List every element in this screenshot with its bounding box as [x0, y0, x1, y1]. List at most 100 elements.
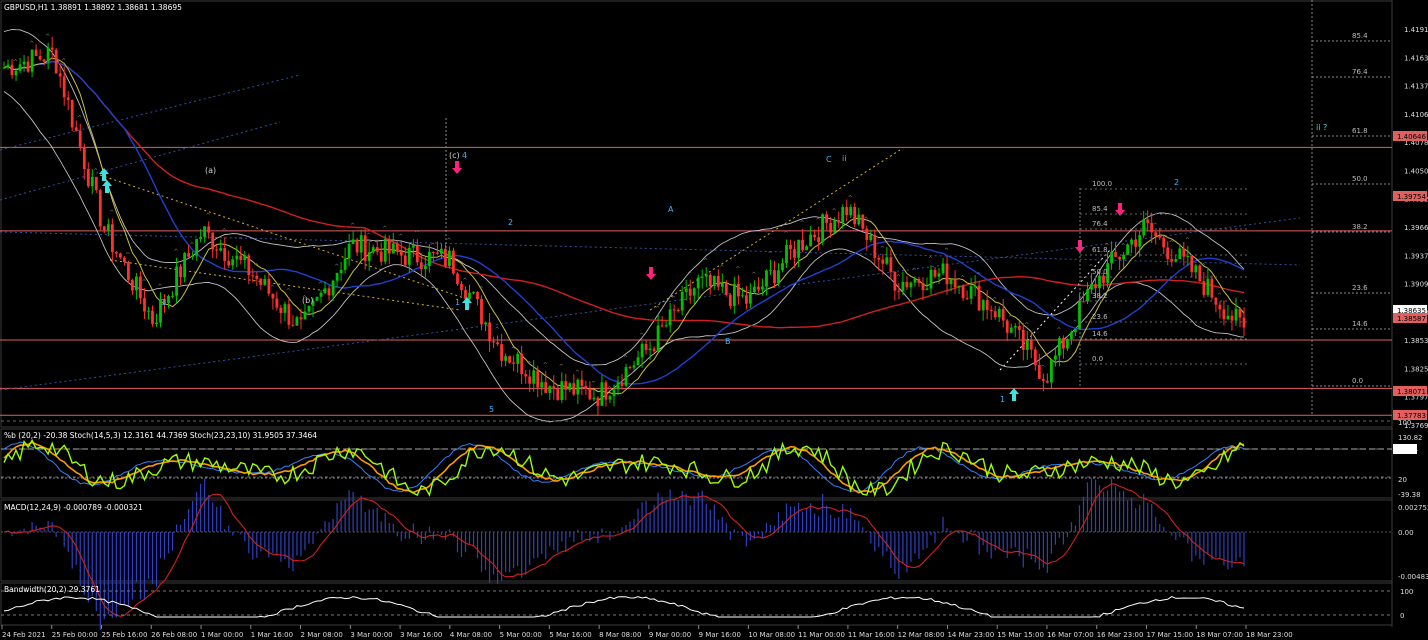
moving-average-50 — [3, 60, 1245, 385]
fractal-up-marker: ^ — [880, 245, 885, 252]
candle-body — [1190, 256, 1194, 273]
wave-label: 3 — [161, 298, 166, 307]
candle-body — [648, 348, 652, 351]
candle-body — [973, 285, 977, 287]
fractal-up-marker: ^ — [1121, 243, 1126, 250]
candle-body — [211, 232, 215, 250]
fractal-up-marker: ^ — [414, 230, 419, 237]
candle-body — [351, 239, 355, 244]
price-tick-label: 1.41635 — [1404, 54, 1428, 62]
candle-body — [1158, 236, 1162, 238]
fib-level-label: 38.2 — [1092, 292, 1108, 300]
candle-body — [785, 245, 788, 264]
price-tag-label: 1.38587 — [1397, 315, 1426, 323]
wave-label: 2 — [1174, 178, 1179, 187]
wave-label: B — [725, 337, 731, 346]
candle-body — [941, 263, 945, 274]
oscillator-header: %b (20,2) -20.38 Stoch(14,5,3) 12.3161 4… — [4, 431, 317, 440]
fractal-up-marker: ^ — [77, 115, 82, 122]
candle-body — [1029, 340, 1033, 350]
candle-body — [568, 383, 572, 390]
time-tick-label: 26 Feb 08:00 — [151, 631, 197, 639]
wave-label: (c) — [449, 151, 460, 160]
fractal-up-marker: ^ — [270, 285, 275, 292]
fractal-up-marker: ^ — [719, 264, 724, 271]
candle-body — [929, 269, 933, 289]
trend-line — [99, 174, 471, 301]
candle-body — [949, 279, 953, 285]
candle-body — [757, 286, 760, 290]
candle-body — [965, 298, 969, 300]
candle-body — [1005, 320, 1009, 333]
candle-body — [833, 220, 837, 233]
fractal-up-marker: ^ — [1137, 222, 1142, 229]
candle-body — [981, 300, 985, 311]
candle-body — [143, 298, 146, 312]
candle-body — [656, 325, 660, 352]
candle-body — [536, 370, 540, 388]
candle-body — [1242, 317, 1246, 328]
candle-body — [588, 388, 592, 400]
candle-body — [203, 226, 206, 237]
candle-body — [1146, 219, 1150, 223]
candle-body — [1182, 248, 1186, 257]
fractal-up-marker: ^ — [944, 247, 949, 254]
fractal-up-marker: ^ — [992, 297, 997, 304]
candle-body — [171, 295, 174, 297]
time-tick-label: 8 Mar 08:00 — [599, 631, 641, 639]
candle-body — [496, 342, 499, 345]
candle-body — [291, 324, 295, 326]
candle-body — [1050, 359, 1053, 383]
candle-body — [6, 64, 10, 68]
candle-body — [909, 282, 913, 288]
candle-body — [668, 309, 672, 326]
fractal-up-marker: ^ — [109, 209, 114, 216]
candle-body — [239, 255, 243, 260]
candle-body — [793, 249, 796, 258]
candle-body — [1102, 275, 1105, 283]
candle-body — [111, 224, 114, 252]
candle-body — [484, 322, 487, 325]
fractal-up-marker: ^ — [430, 242, 435, 249]
candle-body — [1194, 265, 1198, 273]
candle-body — [797, 239, 800, 258]
candle-body — [347, 243, 351, 259]
candle-body — [676, 310, 680, 311]
candle-body — [1142, 219, 1146, 236]
fractal-up-marker: ^ — [158, 283, 163, 290]
candle-body — [395, 243, 399, 252]
price-chart[interactable]: ^ ^ ^ ^ ^ ^ ^ ^ ^ ^ ^ ^ ^ ^ ^ ^ ^ ^ ^ ^ ^ ^ ^ ^ ^ ^ ^ ^ ^ ^ ^ ^ ^ ^ ^ ^ ^ ^ ^ ^… — [0, 0, 1428, 640]
fractal-up-marker: ^ — [511, 346, 516, 353]
wave-label: (b) — [302, 296, 313, 305]
candle-body — [1013, 326, 1017, 328]
time-tick-label: 25 Feb 00:00 — [52, 631, 98, 639]
fib-level-label: 50.0 — [1352, 175, 1368, 183]
candle-body — [1210, 278, 1214, 298]
candle-body — [805, 246, 808, 251]
fractal-up-marker: ^ — [286, 288, 291, 295]
candle-body — [1058, 338, 1061, 356]
candle-body — [1082, 301, 1085, 303]
fractal-up-marker: ^ — [639, 332, 644, 339]
candle-body — [18, 64, 22, 71]
candle-body — [440, 248, 443, 254]
candle-body — [612, 389, 616, 397]
candle-body — [307, 305, 311, 312]
wave-label: A — [668, 205, 674, 214]
candle-body — [548, 386, 552, 393]
candle-body — [660, 325, 664, 327]
candle-body — [837, 220, 841, 223]
candle-body — [901, 281, 905, 292]
fractal-up-marker: ^ — [687, 271, 692, 278]
candle-body — [692, 288, 696, 296]
macd-tick-label: -0.004833 — [1398, 573, 1428, 581]
candle-body — [299, 317, 303, 320]
time-tick-label: 17 Mar 15:00 — [1146, 631, 1193, 639]
time-tick-label: 16 Mar 23:00 — [1097, 631, 1144, 639]
buy-arrow-icon — [1009, 388, 1019, 401]
macd-header: MACD(12,24,9) -0.000789 -0.000321 — [4, 503, 143, 512]
fractal-up-marker: ^ — [366, 232, 371, 239]
candle-body — [147, 310, 150, 312]
candle-body — [937, 273, 941, 277]
candle-body — [131, 279, 134, 291]
